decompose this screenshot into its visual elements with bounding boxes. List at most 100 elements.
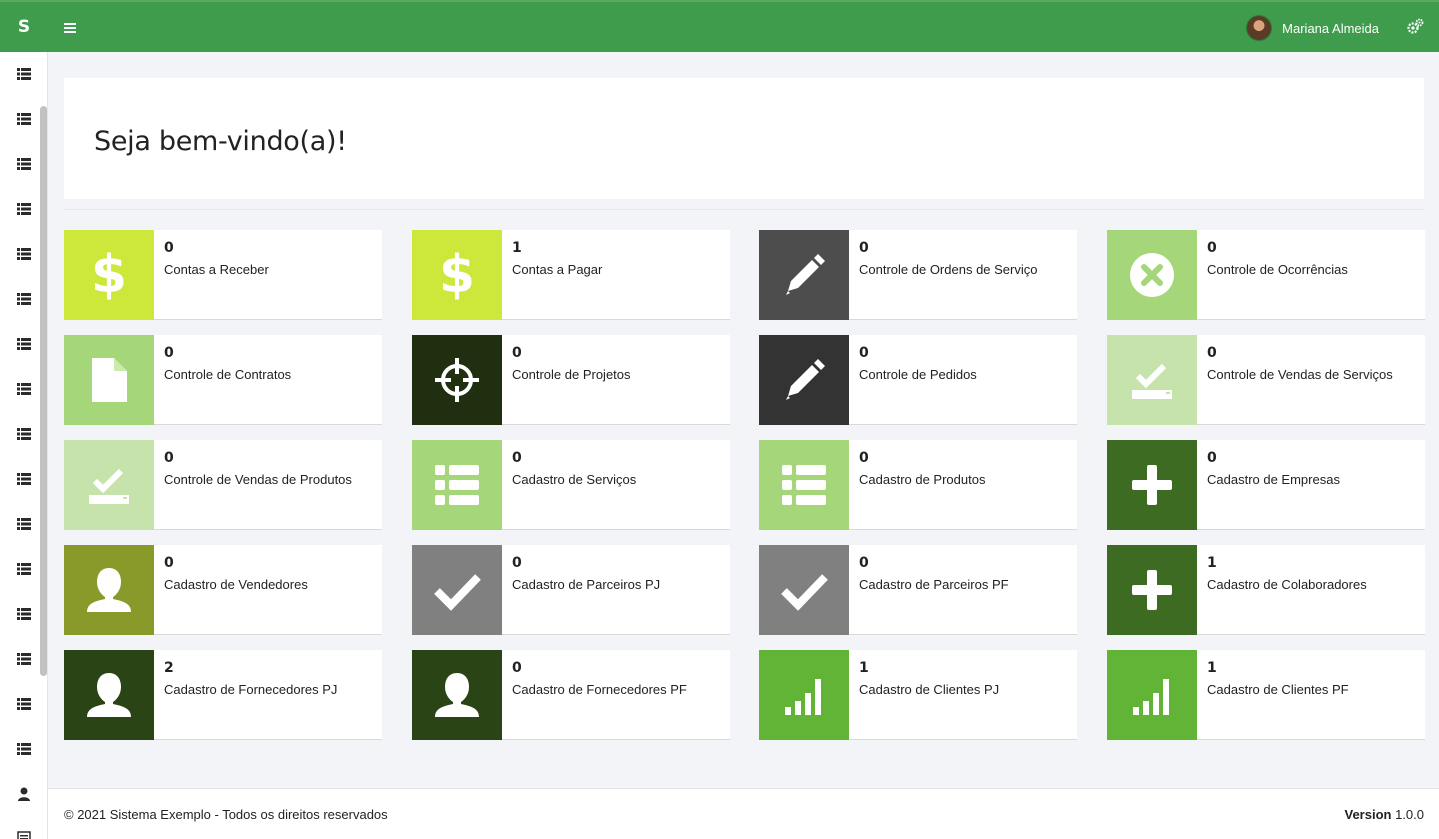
card-label: Cadastro de Colaboradores: [1207, 577, 1367, 592]
list-icon: [16, 697, 32, 716]
sidebar-item-16[interactable]: [16, 741, 32, 757]
card-icon-tile: [412, 440, 502, 530]
dashboard-card[interactable]: 0 Controle de Ocorrências: [1107, 230, 1425, 320]
sidebar-item-7[interactable]: [16, 336, 32, 352]
card-label: Controle de Ocorrências: [1207, 262, 1348, 277]
card-count: 0: [164, 555, 174, 571]
dashboard-card[interactable]: 2 Cadastro de Fornecedores PJ: [64, 650, 382, 740]
signal-icon: [774, 665, 834, 725]
list-icon: [16, 337, 32, 356]
dashboard-card[interactable]: 0 Controle de Projetos: [412, 335, 730, 425]
card-icon-tile: [1107, 230, 1197, 320]
card-count: 0: [1207, 345, 1217, 361]
card-label: Cadastro de Fornecedores PF: [512, 682, 687, 697]
sidebar-item-12[interactable]: [16, 561, 32, 577]
list-icon: [16, 247, 32, 266]
dashboard-card[interactable]: 0 Cadastro de Vendedores: [64, 545, 382, 635]
card-label: Controle de Vendas de Serviços: [1207, 367, 1393, 382]
card-icon-tile: [412, 335, 502, 425]
dashboard-card[interactable]: 0 Controle de Vendas de Produtos: [64, 440, 382, 530]
dashboard-card[interactable]: 0 Cadastro de Parceiros PJ: [412, 545, 730, 635]
copyright-text: © 2021 Sistema Exemplo - Todos os direit…: [64, 807, 388, 822]
sidebar-item-11[interactable]: [16, 516, 32, 532]
pencil-icon: [774, 245, 834, 305]
sidebar-item-6[interactable]: [16, 291, 32, 307]
sidebar-item-4[interactable]: [16, 201, 32, 217]
card-icon-tile: [759, 230, 849, 320]
card-label: Contas a Pagar: [512, 262, 603, 277]
signal-icon: [1122, 665, 1182, 725]
footer: © 2021 Sistema Exemplo - Todos os direit…: [48, 788, 1439, 839]
sidebar-item-2[interactable]: [16, 111, 32, 127]
card-count: 0: [164, 345, 174, 361]
dashboard-card[interactable]: 0 Controle de Pedidos: [759, 335, 1077, 425]
sidebar-item-8[interactable]: [16, 381, 32, 397]
card-label: Cadastro de Empresas: [1207, 472, 1340, 487]
user-icon: [427, 665, 487, 725]
card-count: 1: [1207, 555, 1217, 571]
card-label: Cadastro de Parceiros PF: [859, 577, 1009, 592]
dashboard-card[interactable]: 0 Controle de Contratos: [64, 335, 382, 425]
card-label: Contas a Receber: [164, 262, 269, 277]
list-icon: [16, 607, 32, 626]
card-icon-tile: [1107, 335, 1197, 425]
sidebar-item-14[interactable]: [16, 651, 32, 667]
card-count: 0: [164, 450, 174, 466]
card-count: 1: [859, 660, 869, 676]
dashboard-card[interactable]: $1 Contas a Pagar: [412, 230, 730, 320]
sidebar-item-17[interactable]: [16, 786, 32, 802]
version-info: Version 1.0.0: [1344, 807, 1424, 822]
card-count: 0: [1207, 240, 1217, 256]
card-icon-tile: [1107, 650, 1197, 740]
card-count: 0: [512, 345, 522, 361]
sidebar-item-15[interactable]: [16, 696, 32, 712]
card-count: 0: [512, 555, 522, 571]
list-icon: [16, 517, 32, 536]
dashboard-card[interactable]: 0 Controle de Ordens de Serviço: [759, 230, 1077, 320]
top-navbar: S Mariana Almeida: [0, 0, 1439, 52]
dashboard-card[interactable]: 0 Cadastro de Empresas: [1107, 440, 1425, 530]
card-label: Cadastro de Clientes PF: [1207, 682, 1349, 697]
menu-toggle-icon[interactable]: [58, 16, 82, 40]
sidebar-item-10[interactable]: [16, 471, 32, 487]
user-name[interactable]: Mariana Almeida: [1282, 21, 1379, 36]
list-icon: [16, 742, 32, 761]
card-icon-tile: [412, 650, 502, 740]
check-icon: [427, 560, 487, 620]
sidebar-item-1[interactable]: [16, 66, 32, 82]
dashboard-card[interactable]: 1 Cadastro de Clientes PF: [1107, 650, 1425, 740]
version-label: Version: [1344, 807, 1392, 822]
check-icon: [774, 560, 834, 620]
dashboard-card[interactable]: 0 Cadastro de Produtos: [759, 440, 1077, 530]
dollar-icon: $: [79, 245, 139, 305]
dashboard-card[interactable]: 0 Cadastro de Serviços: [412, 440, 730, 530]
card-label: Controle de Contratos: [164, 367, 292, 382]
card-icon-tile: [64, 335, 154, 425]
dashboard-card[interactable]: 1 Cadastro de Colaboradores: [1107, 545, 1425, 635]
card-label: Controle de Pedidos: [859, 367, 977, 382]
dashboard-card[interactable]: 0 Controle de Vendas de Serviços: [1107, 335, 1425, 425]
brand-logo[interactable]: S: [0, 2, 48, 52]
dashboard-card[interactable]: 1 Cadastro de Clientes PJ: [759, 650, 1077, 740]
sidebar-item-13[interactable]: [16, 606, 32, 622]
dollar-icon: $: [427, 245, 487, 305]
avatar[interactable]: [1246, 15, 1273, 41]
list-icon: [16, 292, 32, 311]
user-menu[interactable]: Mariana Almeida: [1246, 14, 1379, 42]
settings-cogs-icon[interactable]: [1405, 17, 1425, 37]
dashboard-card[interactable]: $0 Contas a Receber: [64, 230, 382, 320]
file-icon: [79, 350, 139, 410]
user-icon: [79, 560, 139, 620]
card-count: 0: [1207, 450, 1217, 466]
sidebar-item-18[interactable]: [16, 831, 32, 839]
card-count: 0: [859, 555, 869, 571]
dashboard-card[interactable]: 0 Cadastro de Parceiros PF: [759, 545, 1077, 635]
sidebar-item-5[interactable]: [16, 246, 32, 262]
list-icon: [16, 202, 32, 221]
sidebar-scrollbar[interactable]: [40, 106, 47, 676]
sidebar-item-9[interactable]: [16, 426, 32, 442]
dashboard-card[interactable]: 0 Cadastro de Fornecedores PF: [412, 650, 730, 740]
sidebar-item-3[interactable]: [16, 156, 32, 172]
card-icon-tile: [64, 440, 154, 530]
card-label: Cadastro de Serviços: [512, 472, 637, 487]
